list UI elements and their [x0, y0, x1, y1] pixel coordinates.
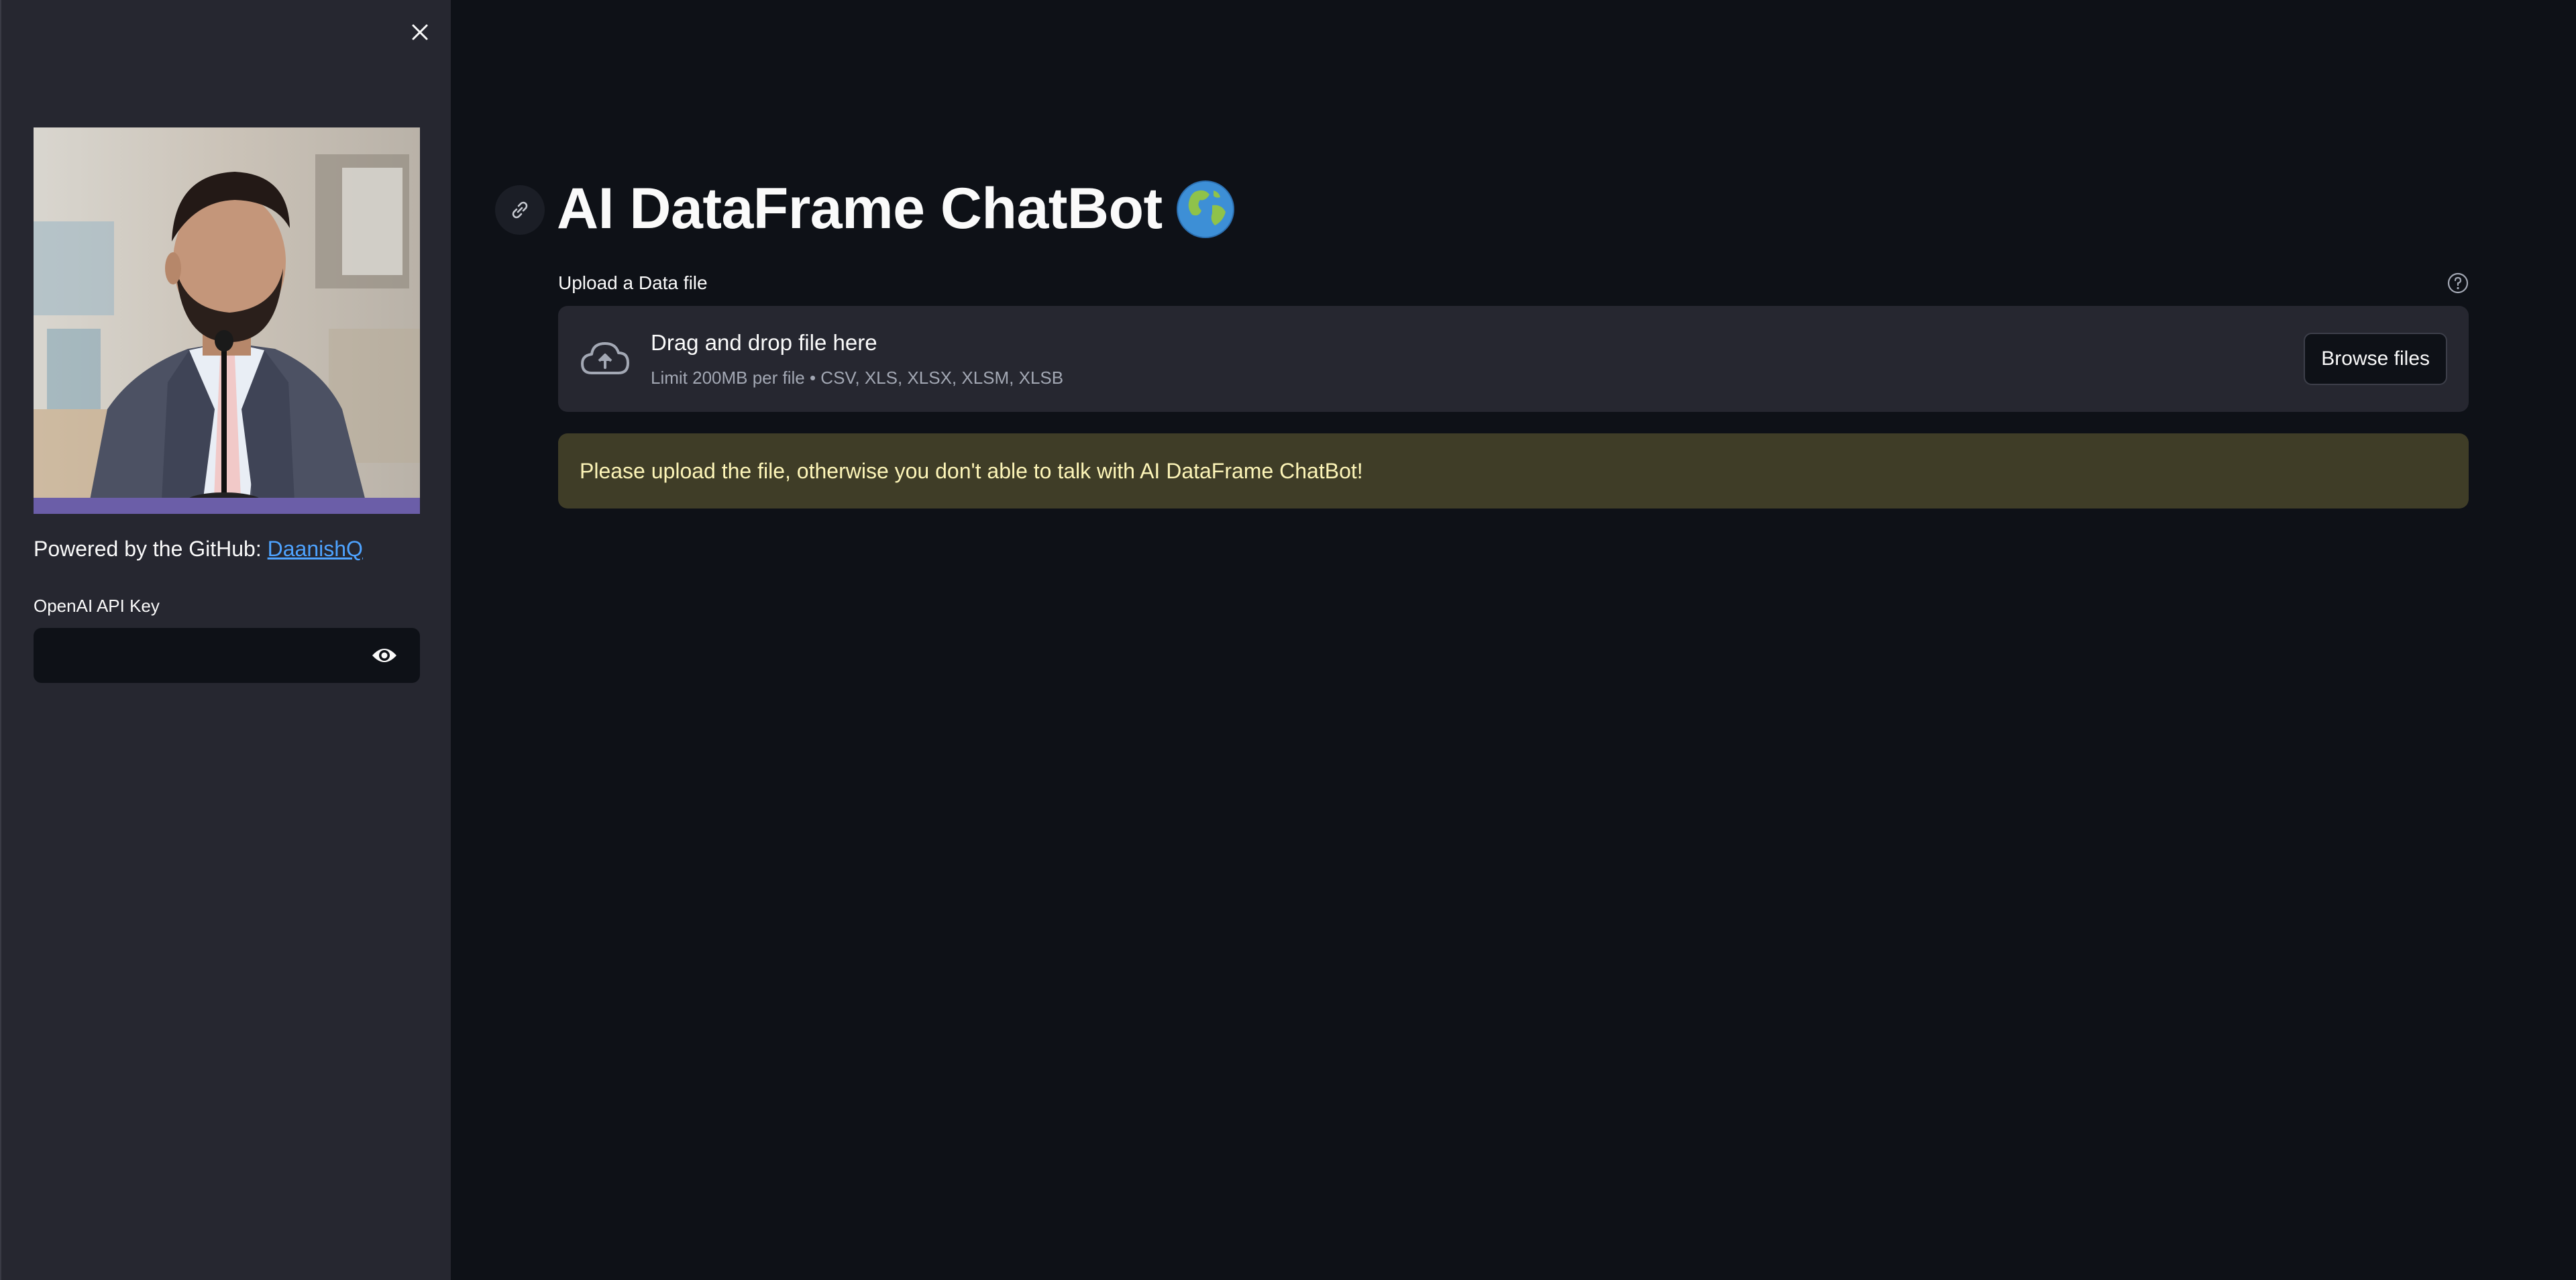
show-password-button[interactable] [370, 643, 398, 668]
warning-text: Please upload the file, otherwise you do… [580, 458, 1363, 483]
file-dropzone[interactable]: Drag and drop file here Limit 200MB per … [558, 306, 2469, 412]
drop-instruction: Drag and drop file here [651, 330, 877, 355]
upload-label: Upload a Data file [558, 272, 708, 293]
warning-alert: Please upload the file, otherwise you do… [558, 433, 2469, 509]
powered-by-text: Powered by the GitHub: DaanishQ [34, 537, 363, 562]
cloud-upload-icon [581, 342, 629, 374]
title-anchor-link[interactable] [495, 185, 545, 235]
page-title: AI DataFrame ChatBot [557, 176, 1236, 242]
eye-icon [372, 649, 396, 662]
powered-by-label: Powered by the GitHub: [34, 537, 268, 561]
page-title-text: AI DataFrame ChatBot [557, 176, 1163, 241]
file-limit-text: Limit 200MB per file • CSV, XLS, XLSX, X… [651, 368, 1064, 388]
browse-files-button[interactable]: Browse files [2304, 333, 2447, 385]
close-sidebar-button[interactable] [401, 13, 439, 51]
api-key-input[interactable] [34, 628, 369, 683]
globe-icon [1176, 180, 1234, 238]
github-link[interactable]: DaanishQ [268, 537, 363, 561]
api-key-field-container [34, 628, 420, 683]
close-icon [412, 24, 428, 40]
sidebar: Powered by the GitHub: DaanishQ OpenAI A… [0, 0, 451, 1280]
link-icon [512, 201, 528, 219]
profile-photo [34, 127, 420, 514]
help-icon[interactable] [2446, 271, 2470, 295]
api-key-label: OpenAI API Key [34, 596, 160, 616]
